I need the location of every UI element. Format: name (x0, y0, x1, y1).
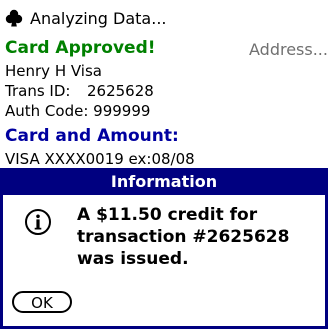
dialog-title: Information (3, 168, 325, 195)
trans-id-label: Trans ID: (5, 82, 71, 100)
card-and-amount-label: Card and Amount: (5, 126, 179, 146)
screen-title: Analyzing Data... (30, 8, 167, 28)
information-dialog: Information A $11.50 credit for transact… (0, 168, 328, 329)
clubs-icon (5, 9, 23, 27)
info-icon (25, 209, 51, 235)
trans-id-value: 2625628 (87, 82, 154, 100)
address-link[interactable]: Address... (249, 40, 328, 59)
title-bar: Analyzing Data... (4, 6, 167, 30)
ok-button[interactable]: OK (12, 291, 72, 313)
dialog-message-line: was issued. (77, 249, 189, 269)
cardholder-name: Henry H Visa (5, 62, 102, 80)
card-approved-label: Card Approved! (5, 38, 156, 58)
trans-id-row: Trans ID: 2625628 (5, 82, 154, 100)
dialog-message: A $11.50 credit for transaction #2625628… (77, 204, 327, 270)
auth-code: Auth Code: 999999 (5, 102, 151, 120)
dialog-message-line: A $11.50 credit for (77, 205, 258, 225)
screen: Analyzing Data... Card Approved! Address… (0, 0, 328, 329)
dialog-message-line: transaction #2625628 (77, 227, 290, 247)
card-details: VISA XXXX0019 ex:08/08 (5, 150, 195, 168)
